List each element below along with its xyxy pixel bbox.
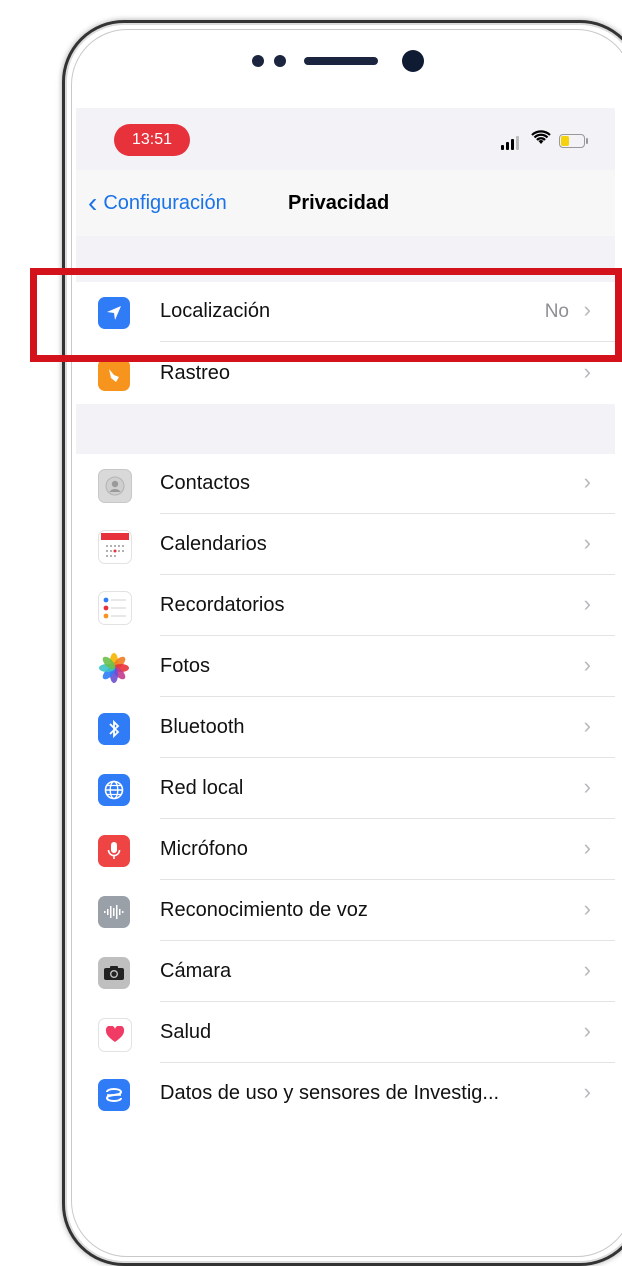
chevron-right-icon: › — [583, 896, 591, 921]
chevron-right-icon: › — [583, 957, 591, 982]
calendar-icon — [98, 530, 132, 564]
list-item-bluetooth[interactable]: Bluetooth › — [76, 698, 615, 758]
row-divider — [160, 940, 615, 941]
nav-bar: ‹ Configuración Privacidad — [76, 170, 615, 237]
row-divider — [160, 879, 615, 880]
row-label: Micrófono — [160, 838, 248, 860]
chevron-right-icon: › — [583, 1079, 591, 1104]
tracking-icon — [98, 359, 130, 391]
list-item-contactos[interactable]: Contactos › — [76, 454, 615, 514]
chevron-right-icon: › — [583, 591, 591, 616]
row-label: Cámara — [160, 960, 232, 982]
row-label: Salud — [160, 1021, 212, 1043]
chevron-right-icon: › — [583, 652, 591, 677]
chevron-right-icon: › — [583, 359, 591, 384]
list-item-microfono[interactable]: Micrófono › — [76, 820, 615, 880]
section-gap — [76, 404, 615, 454]
microphone-icon — [98, 835, 130, 867]
list-item-camara[interactable]: Cámara › — [76, 942, 615, 1002]
back-button[interactable]: ‹ Configuración — [88, 186, 227, 218]
row-divider — [160, 574, 615, 575]
back-label: Configuración — [103, 192, 227, 214]
chevron-right-icon: › — [583, 835, 591, 860]
chevron-right-icon: › — [583, 469, 591, 494]
battery-icon — [559, 134, 588, 148]
row-label: Datos de uso y sensores de Investig... — [160, 1082, 500, 1104]
row-divider — [160, 1001, 615, 1002]
status-time: 13:51 — [114, 124, 190, 156]
chevron-right-icon: › — [583, 1018, 591, 1043]
speaker-grille — [304, 57, 378, 65]
list-item-red-local[interactable]: Red local › — [76, 759, 615, 819]
row-label: Calendarios — [160, 533, 267, 555]
chevron-right-icon: › — [583, 530, 591, 555]
sensor-dot — [252, 55, 264, 67]
row-label: Rastreo — [160, 362, 231, 384]
globe-icon — [98, 774, 130, 806]
list-item-recordatorios[interactable]: Recordatorios › — [76, 576, 615, 636]
chevron-right-icon: › — [583, 774, 591, 799]
page-title: Privacidad — [288, 192, 390, 214]
research-icon — [98, 1079, 130, 1111]
row-label: Bluetooth — [160, 716, 245, 738]
photos-icon — [98, 652, 130, 684]
row-divider — [160, 635, 615, 636]
heart-icon — [98, 1018, 132, 1052]
list-item-datos-de-uso[interactable]: Datos de uso y sensores de Investig... › — [76, 1064, 615, 1124]
reminders-icon — [98, 591, 132, 625]
status-icons — [501, 130, 591, 151]
row-divider — [160, 696, 615, 697]
row-label: Reconocimiento de voz — [160, 899, 368, 921]
chevron-right-icon: › — [583, 713, 591, 738]
bluetooth-icon — [98, 713, 130, 745]
row-divider — [160, 818, 615, 819]
row-divider — [160, 1062, 615, 1063]
wifi-icon — [531, 130, 551, 151]
status-bar: 13:51 — [76, 108, 615, 170]
row-label: Recordatorios — [160, 594, 285, 616]
row-divider — [160, 757, 615, 758]
list-item-reconocimiento-de-voz[interactable]: Reconocimiento de voz › — [76, 881, 615, 941]
list-item-fotos[interactable]: Fotos › — [76, 637, 615, 697]
contacts-icon — [98, 469, 132, 503]
list-item-salud[interactable]: Salud › — [76, 1003, 615, 1063]
waveform-icon — [98, 896, 130, 928]
row-label: Fotos — [160, 655, 211, 677]
chevron-left-icon: ‹ — [88, 186, 98, 218]
phone-notch — [252, 50, 432, 74]
camera-icon — [98, 957, 130, 989]
list-item-calendarios[interactable]: Calendarios › — [76, 515, 615, 575]
row-label: Contactos — [160, 472, 251, 494]
highlight-box — [30, 268, 622, 362]
row-label: Red local — [160, 777, 244, 799]
front-camera — [402, 50, 424, 72]
row-divider — [160, 513, 615, 514]
sensor-dot — [274, 55, 286, 67]
